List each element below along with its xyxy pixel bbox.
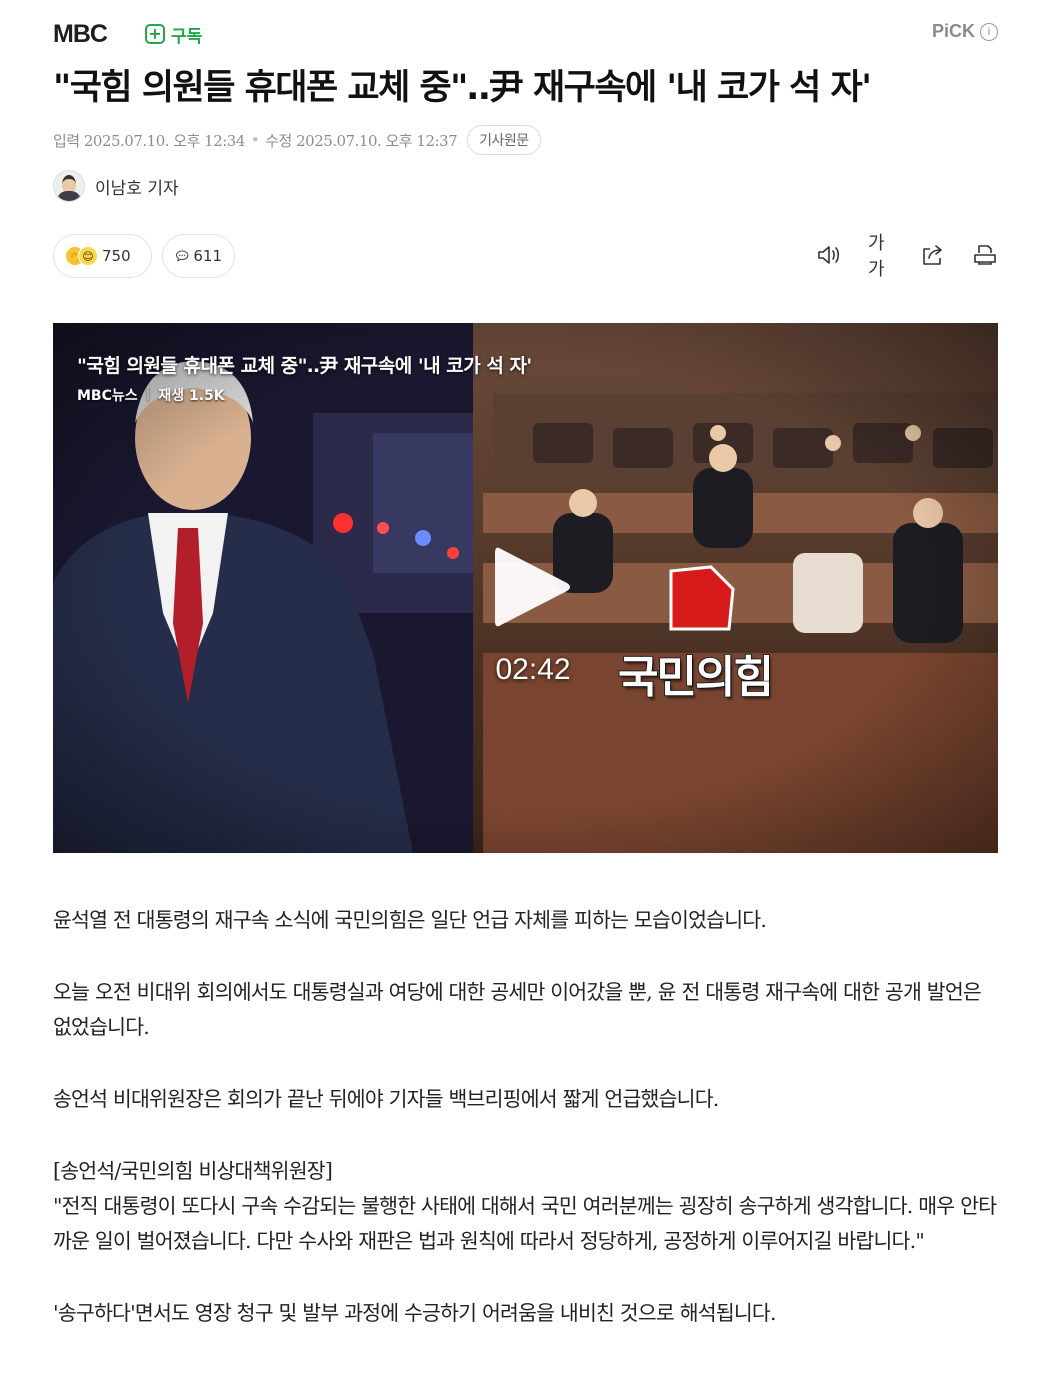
video-duration: 02:42 xyxy=(495,653,571,686)
text-to-speech-icon[interactable] xyxy=(816,242,842,268)
article-paragraph: 오늘 오전 비대위 회의에서도 대통령실과 여당에 대한 공세만 이어갔을 뿐,… xyxy=(53,980,982,1039)
reaction-button[interactable]: 👏 😊 750 xyxy=(53,234,152,278)
video-player[interactable]: "국힘 의원들 휴대폰 교체 중"‥尹 재구속에 '내 코가 석 자' MBC뉴… xyxy=(53,323,998,853)
reporter-name: 이남호 기자 xyxy=(95,178,179,199)
article-paragraph: 송언석 비대위원장은 회의가 끝난 뒤에야 기자들 백브리핑에서 짧게 언급했습… xyxy=(53,1087,719,1111)
video-info: MBC뉴스 | 재생 1.5K xyxy=(77,385,225,405)
video-channel: MBC뉴스 xyxy=(77,388,138,404)
plus-icon: + xyxy=(145,24,165,44)
share-icon[interactable] xyxy=(920,242,946,268)
reaction-count: 750 xyxy=(102,247,131,265)
original-article-button[interactable]: 기사원문 xyxy=(467,125,541,155)
article-paragraph: 윤석열 전 대통령의 재구속 소식에 국민의힘은 일단 언급 자체를 피하는 모… xyxy=(53,908,767,932)
article-meta: 입력 2025.07.10. 오후 12:34 • 수정 2025.07.10.… xyxy=(53,125,541,155)
top-bar: MBC + 구독 PiCK i xyxy=(53,18,998,50)
video-title: "국힘 의원들 휴대폰 교체 중"‥尹 재구속에 '내 코가 석 자' xyxy=(77,355,532,377)
info-separator: | xyxy=(145,385,151,401)
pick-label: PiCK xyxy=(931,21,975,41)
comment-button[interactable]: 611 xyxy=(162,234,235,278)
article-body: 윤석열 전 대통령의 재구속 소식에 국민의힘은 일단 언급 자체를 피하는 모… xyxy=(53,903,998,1368)
article-headline: "국힘 의원들 휴대폰 교체 중"‥尹 재구속에 '내 코가 석 자' xyxy=(53,68,872,108)
subscribe-button[interactable]: + 구독 xyxy=(145,21,202,47)
quote-block: [송언석/국민의힘 비상대책위원장] "전직 대통령이 또다시 구속 수감되는 … xyxy=(53,1154,998,1259)
modified-date: 수정 2025.07.10. 오후 12:37 xyxy=(265,131,458,150)
pick-badge[interactable]: PiCK i xyxy=(932,21,998,42)
subscribe-label: 구독 xyxy=(171,26,203,47)
font-size-button[interactable]: 가가 xyxy=(868,233,894,280)
brand-logo[interactable]: MBC xyxy=(53,20,108,48)
meta-separator: • xyxy=(250,131,260,149)
comment-count: 611 xyxy=(193,247,222,265)
reaction-emoji-icon: 👏 😊 xyxy=(66,246,98,266)
play-icon[interactable] xyxy=(491,541,575,633)
party-name-overlay: 국민의힘 xyxy=(617,651,775,704)
reporter-info[interactable]: 이남호 기자 xyxy=(53,168,179,204)
comment-icon xyxy=(175,250,189,262)
article-tools: 가가 xyxy=(816,233,998,280)
article-actions: 👏 😊 750 611 가가 xyxy=(53,233,998,280)
font-size-label: 가가 xyxy=(868,233,885,280)
info-icon[interactable]: i xyxy=(980,22,998,41)
print-icon[interactable] xyxy=(972,242,998,268)
party-logo-icon xyxy=(669,565,735,631)
reporter-avatar xyxy=(53,170,85,202)
article-paragraph: '송구하다'면서도 영장 청구 및 발부 과정에 수긍하기 어려움을 내비친 것… xyxy=(53,1301,777,1325)
video-views: 재생 1.5K xyxy=(158,388,225,404)
quote-speaker: [송언석/국민의힘 비상대책위원장] xyxy=(53,1159,333,1183)
published-date: 입력 2025.07.10. 오후 12:34 xyxy=(53,131,245,150)
quote-text: "전직 대통령이 또다시 구속 수감되는 불행한 사태에 대해서 국민 여러분께… xyxy=(53,1194,997,1253)
